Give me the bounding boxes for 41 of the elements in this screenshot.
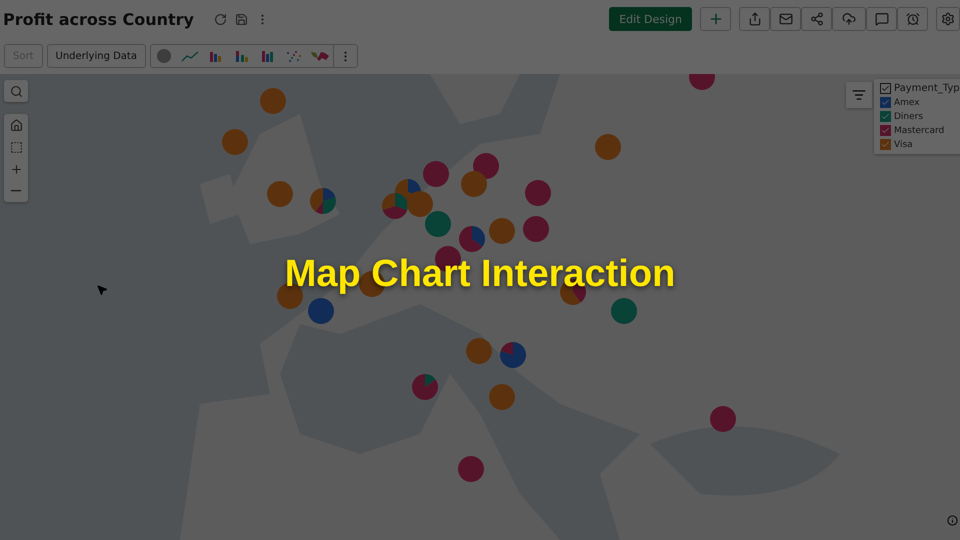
legend-checkbox[interactable]: [880, 83, 891, 94]
overlay-caption: Map Chart Interaction: [284, 252, 676, 296]
legend-toggle-button[interactable]: [846, 82, 872, 108]
share-icon: [810, 12, 824, 26]
legend-label: Mastercard: [894, 126, 944, 136]
search-icon: [10, 84, 22, 98]
legend-checkbox[interactable]: [880, 125, 891, 136]
info-icon[interactable]: [947, 515, 958, 526]
mail-icon: [778, 12, 792, 26]
legend-checkbox[interactable]: [880, 97, 891, 108]
add-button[interactable]: [700, 7, 731, 31]
legend-checkbox[interactable]: [880, 139, 891, 150]
share-button[interactable]: [801, 7, 832, 31]
dashed-square-icon: [10, 140, 22, 154]
plus-icon: [708, 11, 724, 27]
legend-label: Amex: [894, 98, 920, 108]
legend-checkbox[interactable]: [880, 111, 891, 122]
mail-button[interactable]: [770, 7, 801, 31]
underlying-data-button[interactable]: Underlying Data: [46, 44, 146, 68]
cursor-icon: [96, 284, 108, 296]
save-icon[interactable]: [234, 12, 248, 26]
refresh-icon[interactable]: [214, 12, 227, 26]
legend-title: Payment_Typ: [894, 83, 960, 94]
export-button[interactable]: [739, 7, 770, 31]
list-icon: [852, 88, 866, 102]
legend-label: Diners: [894, 112, 924, 122]
comment-icon: [874, 12, 888, 26]
plus-icon: [10, 162, 22, 176]
comment-button[interactable]: [866, 7, 897, 31]
minus-icon: [11, 190, 21, 192]
alarm-clock-icon: [906, 12, 920, 26]
cloud-upload-icon: [842, 12, 856, 26]
legend-label: Visa: [894, 140, 913, 150]
settings-icon: [941, 12, 955, 26]
home-icon: [10, 118, 22, 132]
report-title: Profit across Country: [3, 10, 194, 28]
edit-design-button[interactable]: Edit Design: [609, 7, 692, 31]
alarm-button[interactable]: [897, 7, 928, 31]
upload-icon: [748, 12, 762, 26]
settings-button[interactable]: [936, 7, 960, 31]
cloud-upload-button[interactable]: [832, 7, 866, 31]
